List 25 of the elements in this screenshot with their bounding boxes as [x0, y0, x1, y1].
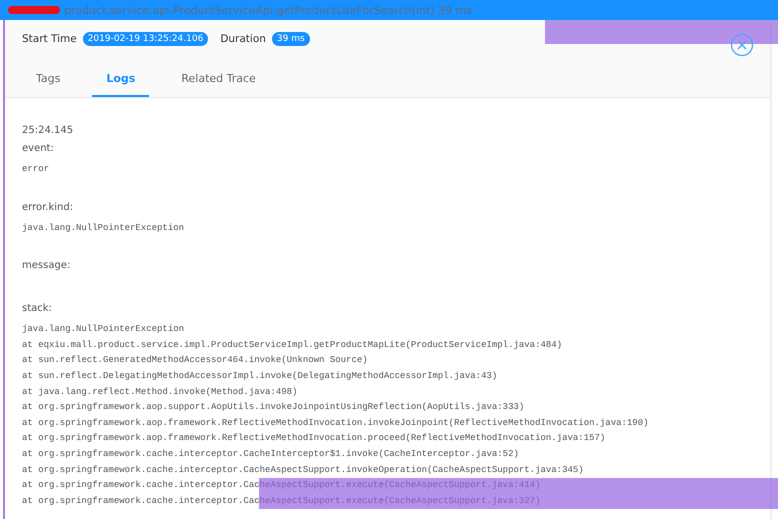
field-value-line: at org.springframework.cache.interceptor.CacheAspectSupport.invokeOperation(CacheAspectSupport.java:345): [22, 464, 584, 477]
field-value-line: at sun.reflect.GeneratedMethodAccessor464.invoke(Unknown Source): [22, 354, 368, 368]
field-value-line: at eqxiu.mall.product.service.impl.ProductServiceImpl.getProductMapLite(ProductServiceImpl.java:484): [22, 338, 562, 352]
start-time-value: 2019-02-19 13:25:24.106: [82, 32, 208, 46]
duration-value: 39 ms: [272, 32, 310, 46]
tab[interactable]: Logs: [92, 72, 150, 97]
field-key: error.kind:: [22, 200, 770, 221]
field-key: stack:: [22, 302, 770, 322]
field-value-line: at java.lang.reflect.Method.invoke(Method.java:498): [22, 386, 298, 399]
field-value-line: java.lang.NullPointerException: [22, 222, 184, 235]
span-title: product.service.api.ProductServiceApi.getProductLiteForSearch(int) 39 ms: [64, 4, 472, 16]
field-key: message:: [22, 259, 770, 280]
field-value-line: at org.springframework.cache.interceptor.CacheInterceptor$1.invoke(CacheInterceptor.java:52): [22, 448, 519, 461]
field-value-line: at org.springframework.aop.support.AopUtils.invokeJoinpointUsingReflection(AopUtils.java:333): [22, 401, 524, 414]
tab[interactable]: Related Trace: [167, 72, 270, 97]
field-value-line: at org.springframework.aop.framework.ReflectiveMethodInvocation.invokeJoinpoint(ReflectiveMethodInvocation.java:190): [22, 416, 649, 430]
duration-label: Duration: [220, 33, 266, 45]
start-time-label: Start Time: [22, 33, 77, 45]
field-key: event:: [22, 142, 770, 162]
field-value-line: error: [22, 163, 50, 176]
field-value-line: java.lang.NullPointerException: [22, 323, 184, 336]
log-time: 25:24.145: [22, 125, 74, 136]
field-value-line: at sun.reflect.DelegatingMethodAccessorImpl.invoke(DelegatingMethodAccessorImpl.java:43): [22, 370, 498, 383]
field-value-line: at org.springframework.aop.framework.ReflectiveMethodInvocation.proceed(ReflectiveMethodInvocation.java:157): [22, 432, 606, 446]
tab[interactable]: Tags: [22, 72, 74, 97]
